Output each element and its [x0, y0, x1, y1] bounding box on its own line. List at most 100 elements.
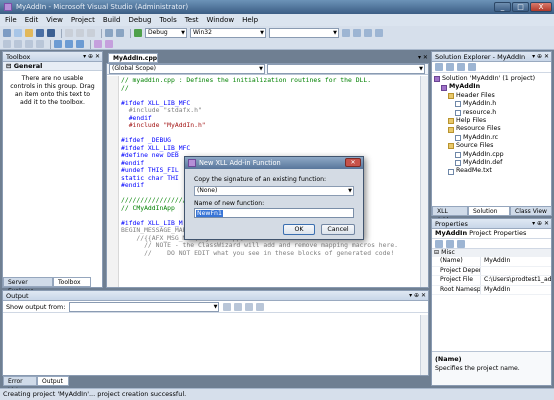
prev-message-icon[interactable] — [234, 302, 243, 311]
code-line[interactable]: // DO NOT EDIT what you see in these blo… — [121, 249, 418, 258]
cancel-button[interactable]: Cancel — [321, 224, 355, 235]
undo-icon[interactable] — [105, 29, 113, 37]
redo-icon[interactable] — [116, 29, 124, 37]
properties-icon[interactable] — [435, 63, 443, 71]
tree-item[interactable]: MyAddIn.rc — [434, 134, 549, 142]
property-row[interactable]: (Name) MyAddIn — [432, 257, 551, 267]
new-project-icon[interactable] — [3, 29, 11, 37]
code-line[interactable]: #include "MyAddIn.h" — [121, 121, 418, 130]
property-row[interactable]: Project File C:\Users\prodtest1_adi\ — [432, 276, 551, 286]
menu-project[interactable]: Project — [71, 16, 95, 24]
menu-help[interactable]: Help — [242, 16, 258, 24]
output-source-select[interactable]: ▼ — [69, 301, 220, 312]
properties-icon[interactable] — [364, 29, 372, 37]
menu-build[interactable]: Build — [103, 16, 121, 24]
tree-item[interactable]: resource.h — [434, 109, 549, 117]
toolbox-icon[interactable] — [375, 29, 383, 37]
find-icon[interactable] — [342, 29, 350, 37]
member-dropdown[interactable]: ▼ — [267, 64, 425, 74]
existing-function-select[interactable]: (None) ▼ — [194, 186, 354, 196]
open-file-icon[interactable] — [25, 29, 33, 37]
new-function-name-input[interactable]: NewFn1 — [194, 208, 354, 218]
maximize-button[interactable]: □ — [512, 2, 529, 12]
scope-dropdown[interactable]: (Global Scope) ▼ — [109, 64, 265, 74]
menu-edit[interactable]: Edit — [25, 16, 39, 24]
code-line[interactable]: // — [121, 84, 418, 93]
ok-button[interactable]: OK — [283, 224, 315, 235]
tab-xll-addin[interactable]: XLL Add... — [432, 206, 468, 224]
xll-command-icon[interactable] — [105, 40, 113, 48]
tab-server-explorer[interactable]: Server Explorer — [3, 277, 53, 295]
comment-icon[interactable] — [25, 40, 33, 48]
menu-view[interactable]: View — [46, 16, 63, 24]
save-all-icon[interactable] — [47, 29, 55, 37]
property-value[interactable]: MyAddIn — [480, 285, 551, 295]
menu-tools[interactable]: Tools — [159, 16, 176, 24]
configuration-select[interactable]: Debug ▼ — [145, 28, 187, 38]
toolbox-group-header[interactable]: ⊟ General — [3, 62, 102, 71]
menu-window[interactable]: Window — [207, 16, 235, 24]
indent-icon[interactable] — [3, 40, 11, 48]
object-selector[interactable]: MyAddIn Project Properties — [432, 229, 551, 239]
refresh-icon[interactable] — [457, 63, 465, 71]
property-pages-icon[interactable] — [457, 239, 465, 248]
cut-icon[interactable] — [65, 29, 73, 37]
editor-scrollbar[interactable] — [420, 76, 428, 287]
tree-item[interactable]: MyAddIn.cpp — [434, 151, 549, 159]
find-combo[interactable]: ▼ — [269, 28, 339, 38]
next-bookmark-icon[interactable] — [76, 40, 84, 48]
property-value[interactable]: C:\Users\prodtest1_adi\ — [480, 276, 551, 285]
paste-icon[interactable] — [87, 29, 95, 37]
tab-output[interactable]: Output — [37, 376, 69, 386]
clear-all-icon[interactable] — [245, 302, 254, 311]
tree-item[interactable]: ReadMe.txt — [434, 167, 549, 175]
tab-error-list[interactable]: Error List — [3, 376, 37, 394]
word-wrap-icon[interactable] — [256, 302, 265, 311]
tab-solution-explorer[interactable]: Solution ... — [468, 206, 510, 224]
outdent-icon[interactable] — [14, 40, 22, 48]
tree-item[interactable]: Resource Files — [434, 125, 549, 133]
property-value[interactable]: MyAddIn — [480, 257, 551, 266]
prev-bookmark-icon[interactable] — [65, 40, 73, 48]
find-message-icon[interactable] — [223, 302, 232, 311]
menu-debug[interactable]: Debug — [128, 16, 151, 24]
code-line[interactable]: // myaddin.cpp : Defines the initializat… — [121, 77, 418, 85]
menu-file[interactable]: File — [5, 16, 17, 24]
categorized-icon[interactable] — [435, 239, 443, 248]
tree-item[interactable]: MyAddIn — [434, 83, 549, 91]
pin-close-icons[interactable]: ▾ ⊕ ✕ — [532, 52, 549, 62]
dialog-close-button[interactable]: ✕ — [345, 158, 361, 167]
code-line[interactable]: #include "stdafx.h" — [121, 106, 418, 115]
property-row[interactable]: Project Dependen — [432, 266, 551, 277]
xll-function-icon[interactable] — [94, 40, 102, 48]
minimize-button[interactable]: _ — [494, 2, 511, 12]
pin-close-icons[interactable]: ▾ ⊕ ✕ — [532, 219, 549, 229]
editor-close-icon[interactable]: ▾ ✕ — [418, 54, 428, 61]
bookmark-icon[interactable] — [54, 40, 62, 48]
solution-explorer-icon[interactable] — [353, 29, 361, 37]
platform-select[interactable]: Win32 ▼ — [190, 28, 266, 38]
view-class-diagram-icon[interactable] — [468, 63, 476, 71]
pin-close-icons[interactable]: ▾ ⊕ ✕ — [83, 52, 100, 62]
copy-icon[interactable] — [76, 29, 84, 37]
menu-test[interactable]: Test — [185, 16, 199, 24]
property-row[interactable]: Root NamespaceMyAddIn — [432, 285, 551, 296]
start-debugging-icon[interactable] — [134, 29, 142, 37]
alphabetical-icon[interactable] — [446, 239, 454, 248]
tree-item[interactable]: Source Files — [434, 142, 549, 150]
tab-myaddin-cpp[interactable]: MyAddIn.cpp — [108, 53, 158, 63]
tree-item[interactable]: Header Files — [434, 92, 549, 100]
tree-item[interactable]: Help Files — [434, 117, 549, 125]
category-misc[interactable]: ⊟ Misc — [432, 249, 551, 258]
tree-item[interactable]: MyAddIn.h — [434, 100, 549, 108]
tree-item[interactable]: Solution 'MyAddIn' (1 project) — [434, 75, 549, 83]
output-scrollbar[interactable] — [420, 315, 428, 375]
save-icon[interactable] — [36, 29, 44, 37]
tab-class-view[interactable]: Class View — [510, 206, 552, 216]
tree-item[interactable]: MyAddIn.def — [434, 159, 549, 167]
uncomment-icon[interactable] — [36, 40, 44, 48]
property-value[interactable] — [480, 266, 551, 276]
pin-close-icons[interactable]: ▾ ⊕ ✕ — [409, 291, 426, 301]
close-button[interactable]: X — [530, 2, 552, 12]
show-all-files-icon[interactable] — [446, 63, 454, 71]
